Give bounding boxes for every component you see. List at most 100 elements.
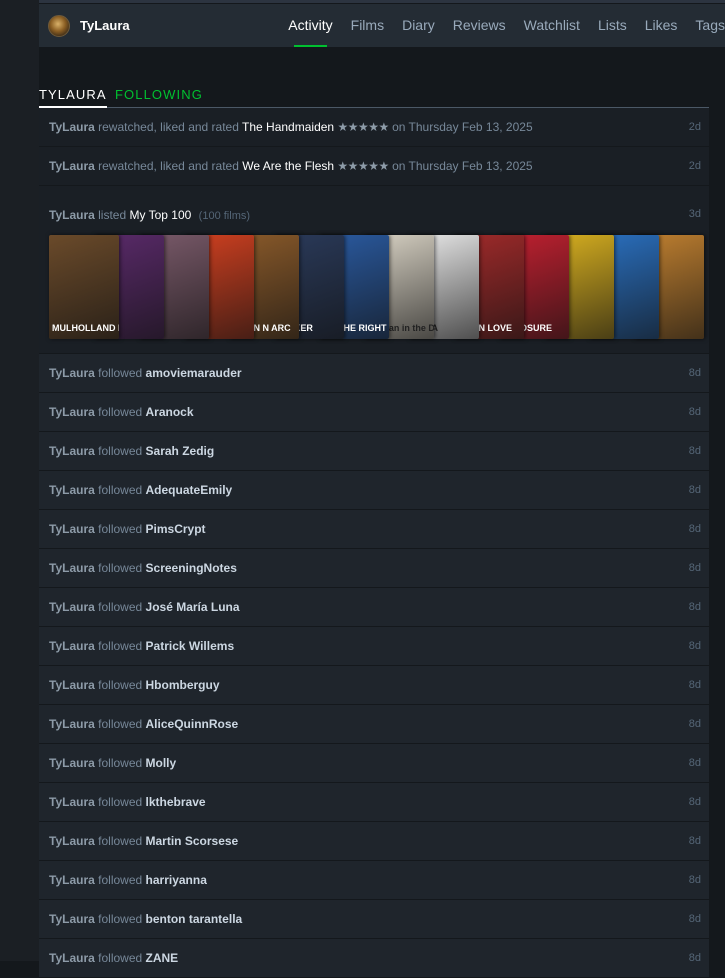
activity-user[interactable]: TyLaura <box>49 208 95 222</box>
activity-action: followed <box>98 873 143 887</box>
list-name[interactable]: My Top 100 <box>130 208 192 222</box>
followed-member[interactable]: lkthebrave <box>146 795 206 809</box>
left-gutter <box>0 0 39 961</box>
activity-action: rewatched, liked and rated <box>98 159 239 173</box>
activity-action: followed <box>98 522 143 536</box>
activity-film[interactable]: The Handmaiden <box>242 120 334 134</box>
followed-member[interactable]: José María Luna <box>146 600 240 614</box>
poster-caption: MULHOLLAND DRIVE <box>52 323 119 333</box>
nav-activity[interactable]: Activity <box>288 4 333 47</box>
follow-row: TyLaura followed Sarah Zedig 8d <box>39 432 709 471</box>
nav-diary[interactable]: Diary <box>402 4 435 47</box>
activity-action: followed <box>98 912 143 926</box>
activity-film[interactable]: We Are the Flesh <box>242 159 334 173</box>
activity-feed: TyLaura rewatched, liked and rated The H… <box>39 108 709 978</box>
followed-member[interactable]: Sarah Zedig <box>146 444 215 458</box>
activity-action: followed <box>98 678 143 692</box>
activity-user[interactable]: TyLaura <box>49 756 95 770</box>
follow-row: TyLaura followed AdequateEmily 8d <box>39 471 709 510</box>
activity-user[interactable]: TyLaura <box>49 873 95 887</box>
list-count: (100 films) <box>198 210 251 222</box>
activity-age: 8d <box>688 406 701 418</box>
activity-user[interactable]: TyLaura <box>49 483 95 497</box>
activity-user[interactable]: TyLaura <box>49 405 95 419</box>
follow-row: TyLaura followed José María Luna 8d <box>39 588 709 627</box>
profile-header: TyLaura Activity Films Diary Reviews Wat… <box>39 4 725 47</box>
followed-member[interactable]: AliceQuinnRose <box>146 717 239 731</box>
activity-user[interactable]: TyLaura <box>49 678 95 692</box>
activity-user[interactable]: TyLaura <box>49 717 95 731</box>
follow-rows: TyLaura followed amoviemarauder 8d TyLaura… <box>39 354 709 978</box>
activity-action: followed <box>98 444 143 458</box>
rating-stars: ★★★★★ <box>337 159 389 173</box>
activity-action: rewatched, liked and rated <box>98 120 239 134</box>
activity-age: 8d <box>688 523 701 535</box>
activity-action: listed <box>98 208 127 222</box>
followed-member[interactable]: amoviemarauder <box>146 366 242 380</box>
activity-age: 8d <box>688 952 701 964</box>
followed-member[interactable]: Martin Scorsese <box>146 834 239 848</box>
activity-age: 2d <box>688 121 701 133</box>
follow-row: TyLaura followed Molly 8d <box>39 744 709 783</box>
activity-age: 8d <box>688 796 701 808</box>
nav-watchlist[interactable]: Watchlist <box>524 4 580 47</box>
activity-date: on Thursday Feb 13, 2025 <box>392 159 533 173</box>
follow-row: TyLaura followed Hbomberguy 8d <box>39 666 709 705</box>
activity-user[interactable]: TyLaura <box>49 912 95 926</box>
activity-age: 8d <box>688 874 701 886</box>
activity-age: 8d <box>688 718 701 730</box>
followed-member[interactable]: Hbomberguy <box>146 678 220 692</box>
followed-member[interactable]: ZANE <box>146 951 179 965</box>
activity-user[interactable]: TyLaura <box>49 951 95 965</box>
activity-row: TyLaura rewatched, liked and rated We Ar… <box>39 147 709 186</box>
activity-action: followed <box>98 561 143 575</box>
followed-member[interactable]: PimsCrypt <box>146 522 206 536</box>
avatar[interactable] <box>48 14 70 37</box>
followed-member[interactable]: Aranock <box>146 405 194 419</box>
rating-stars: ★★★★★ <box>337 120 389 134</box>
follow-row: TyLaura followed Aranock 8d <box>39 393 709 432</box>
activity-age: 8d <box>688 445 701 457</box>
followed-member[interactable]: AdequateEmily <box>146 483 233 497</box>
followed-member[interactable]: harriyanna <box>146 873 207 887</box>
follow-row: TyLaura followed ScreeningNotes 8d <box>39 549 709 588</box>
profile-username[interactable]: TyLaura <box>80 18 130 33</box>
activity-user[interactable]: TyLaura <box>49 834 95 848</box>
activity-user[interactable]: TyLaura <box>49 795 95 809</box>
activity-user[interactable]: TyLaura <box>49 120 95 134</box>
activity-user[interactable]: TyLaura <box>49 159 95 173</box>
activity-action: followed <box>98 483 143 497</box>
follow-row: TyLaura followed AliceQuinnRose 8d <box>39 705 709 744</box>
follow-row: TyLaura followed amoviemarauder 8d <box>39 354 709 393</box>
activity-action: followed <box>98 600 143 614</box>
nav-tags[interactable]: Tags <box>695 4 725 47</box>
followed-member[interactable]: Molly <box>146 756 177 770</box>
nav-lists[interactable]: Lists <box>598 4 627 47</box>
activity-row: TyLaura rewatched, liked and rated The H… <box>39 108 709 147</box>
activity-user[interactable]: TyLaura <box>49 366 95 380</box>
followed-member[interactable]: Patrick Willems <box>146 639 235 653</box>
activity-action: followed <box>98 795 143 809</box>
activity-user[interactable]: TyLaura <box>49 444 95 458</box>
activity-date: on Thursday Feb 13, 2025 <box>392 120 533 134</box>
nav-films[interactable]: Films <box>351 4 384 47</box>
follow-row: TyLaura followed PimsCrypt 8d <box>39 510 709 549</box>
nav-reviews[interactable]: Reviews <box>453 4 506 47</box>
subtab-following[interactable]: FOLLOWING <box>115 87 203 102</box>
activity-action: followed <box>98 639 143 653</box>
activity-age: 8d <box>688 757 701 769</box>
activity-user[interactable]: TyLaura <box>49 639 95 653</box>
film-poster[interactable]: MULHOLLAND DRIVE <box>49 235 119 339</box>
followed-member[interactable]: benton tarantella <box>146 912 243 926</box>
activity-action: followed <box>98 405 143 419</box>
activity-age: 3d <box>688 208 701 220</box>
activity-user[interactable]: TyLaura <box>49 522 95 536</box>
activity-action: followed <box>98 717 143 731</box>
nav-likes[interactable]: Likes <box>645 4 678 47</box>
activity-user[interactable]: TyLaura <box>49 561 95 575</box>
followed-member[interactable]: ScreeningNotes <box>146 561 237 575</box>
activity-age: 8d <box>688 835 701 847</box>
follow-row: TyLaura followed benton tarantella 8d <box>39 900 709 939</box>
activity-user[interactable]: TyLaura <box>49 600 95 614</box>
subtab-user[interactable]: TYLAURA <box>39 87 107 108</box>
